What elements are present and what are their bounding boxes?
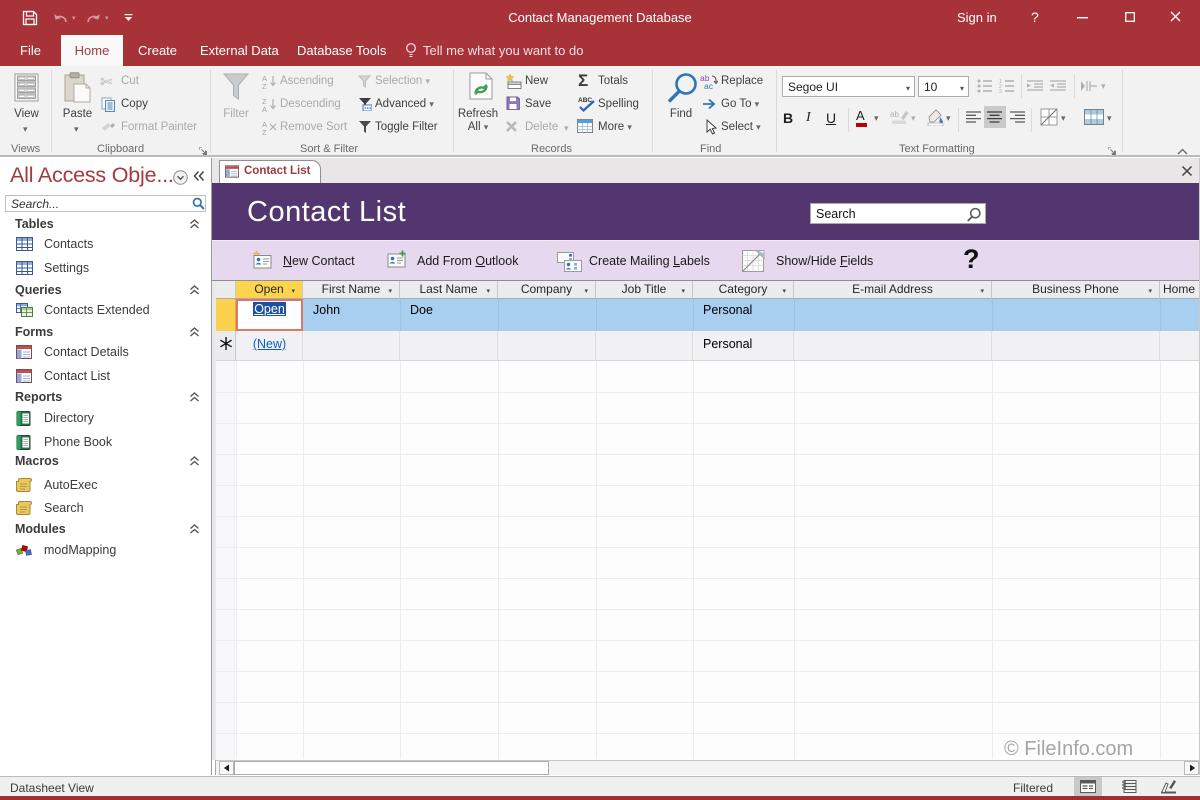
svg-text:A: A — [262, 105, 267, 112]
svg-text:ac: ac — [704, 81, 714, 89]
svg-text:ab: ab — [890, 110, 899, 119]
svg-text:3: 3 — [999, 89, 1002, 93]
svg-text:Z: Z — [262, 128, 267, 135]
svg-text:Z: Z — [262, 82, 267, 89]
